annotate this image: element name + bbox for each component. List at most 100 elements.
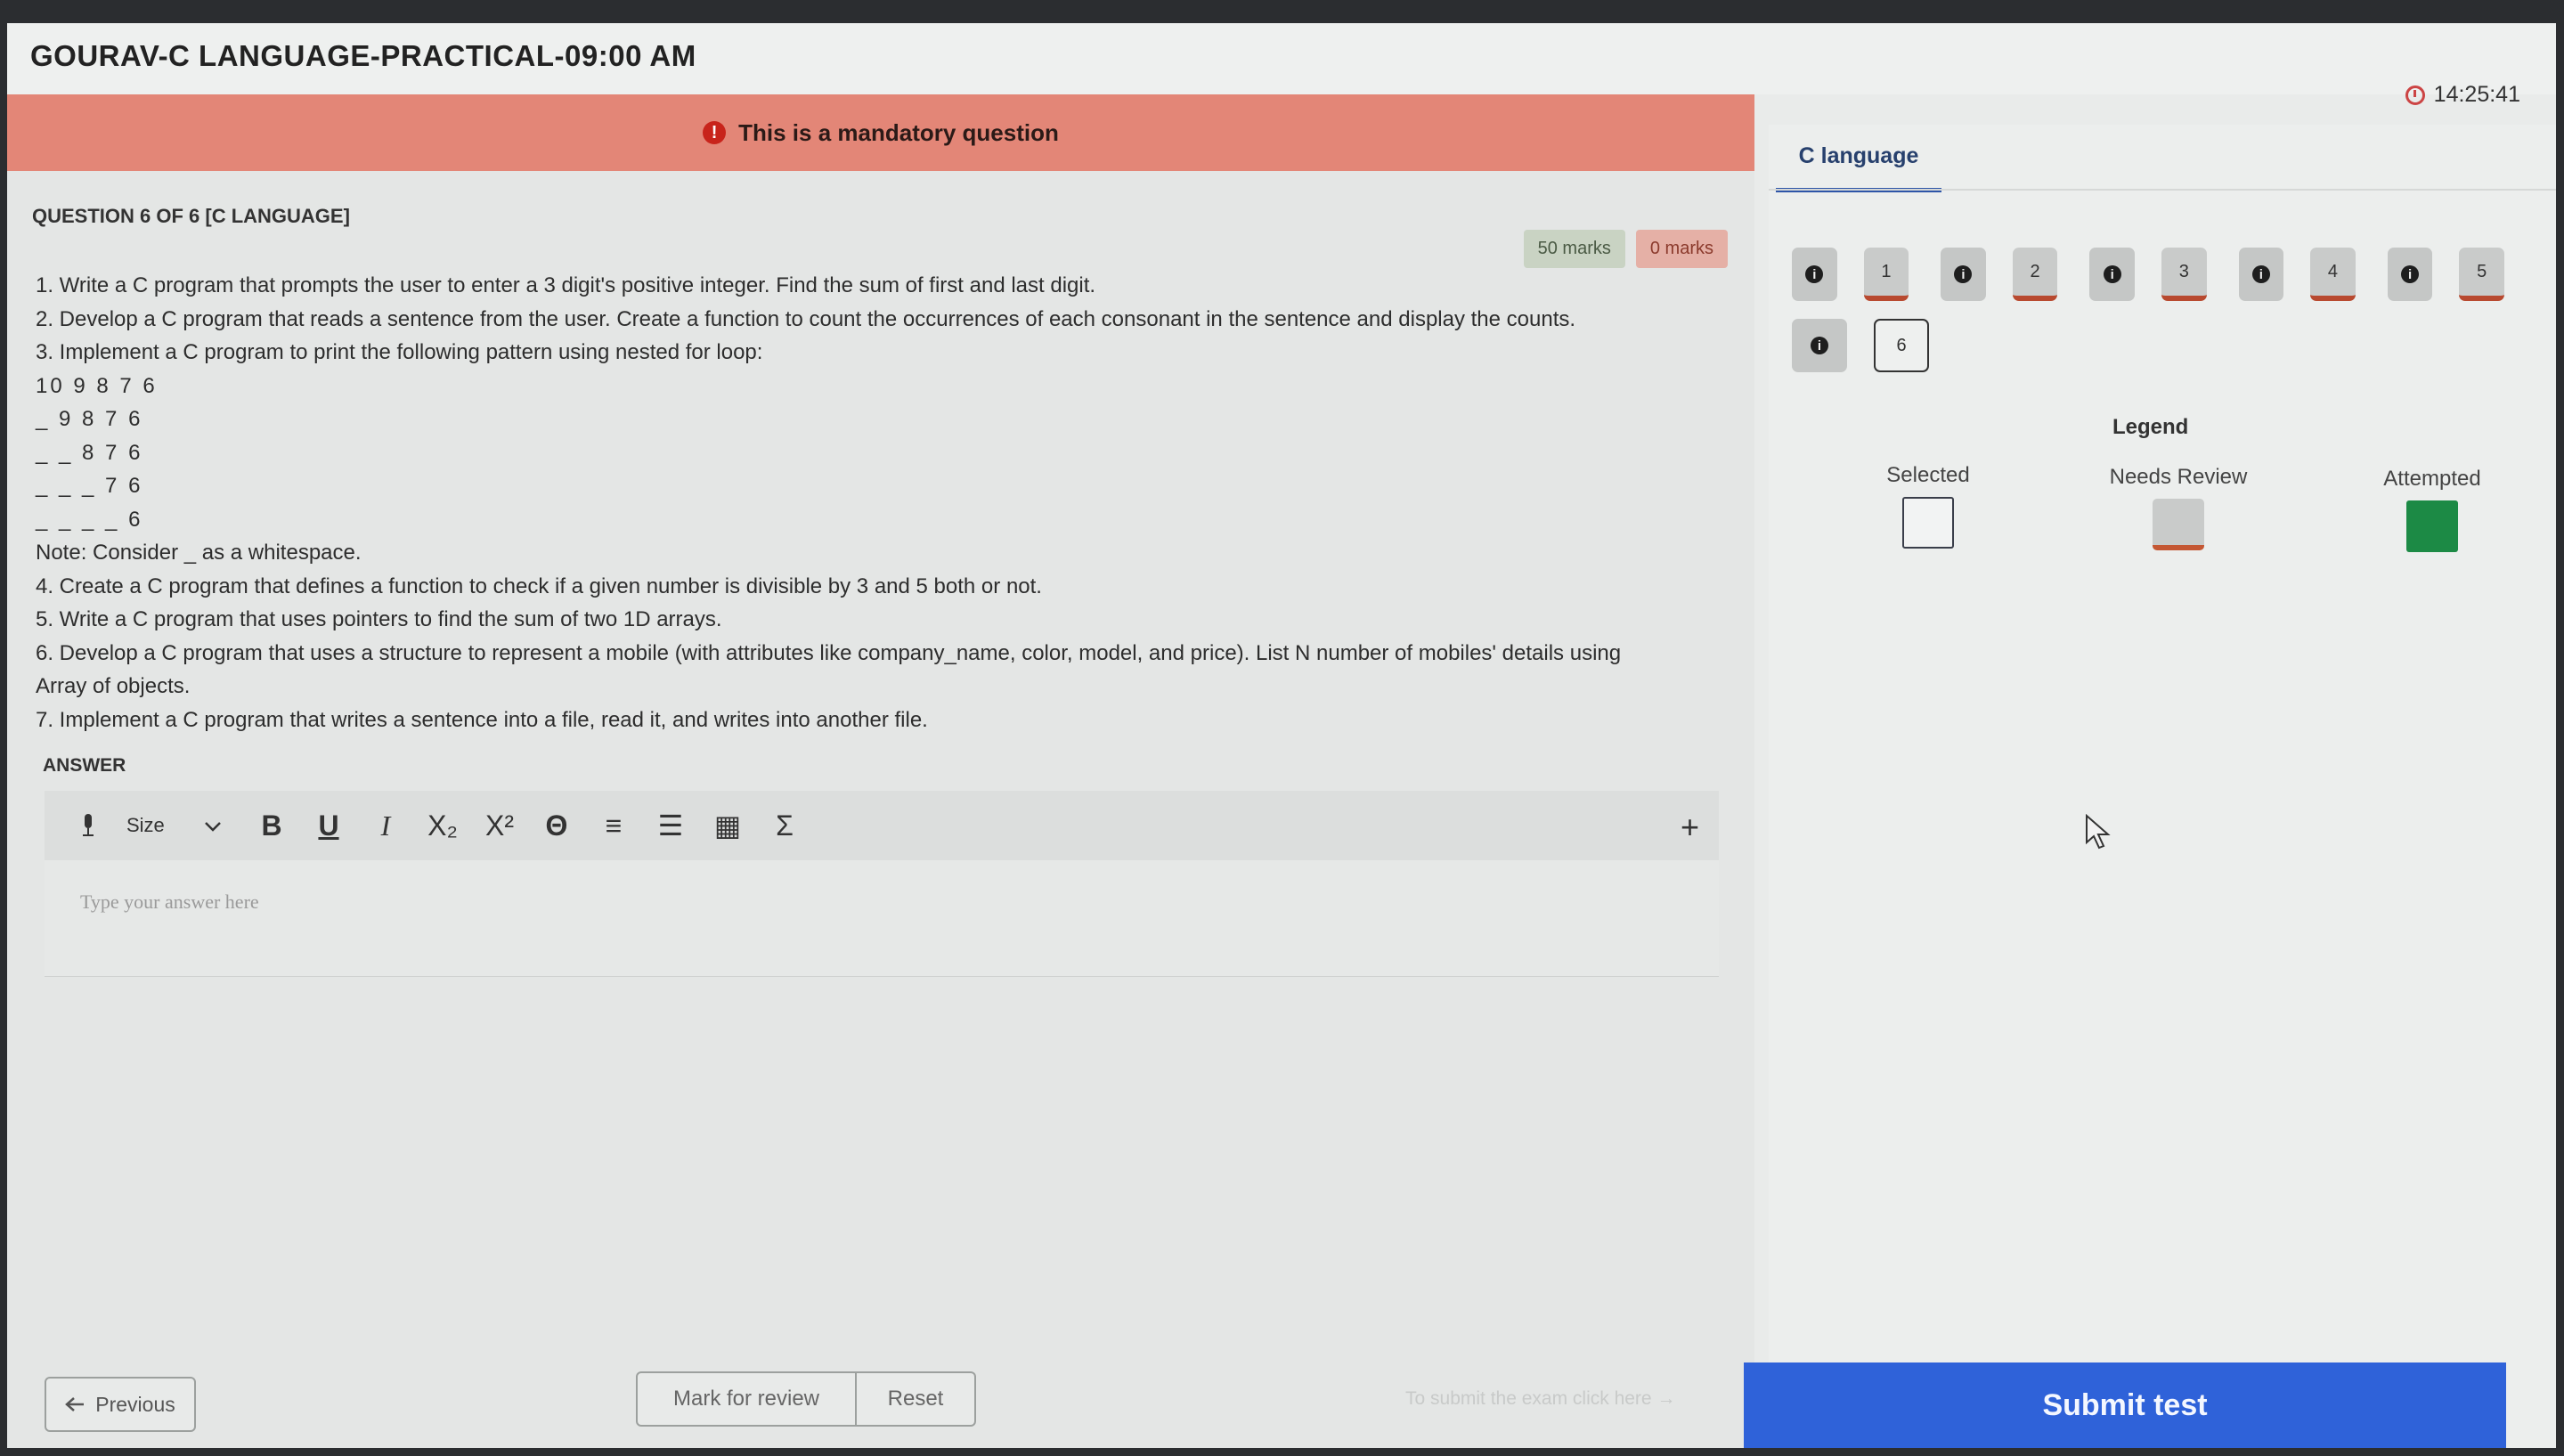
- subscript-button[interactable]: X₂: [424, 791, 461, 860]
- pattern-line: _ _ _ _ 6: [36, 507, 143, 532]
- submit-test-button[interactable]: Submit test: [1744, 1362, 2506, 1448]
- question-info-button[interactable]: i: [2387, 248, 2433, 301]
- question-panel: ! This is a mandatory question QUESTION …: [7, 94, 1754, 1448]
- question-nav-row: i 6: [1792, 319, 2504, 372]
- question-3-button[interactable]: 3: [2161, 248, 2207, 301]
- previous-button[interactable]: Previous: [45, 1377, 196, 1432]
- align-button[interactable]: ≡: [595, 791, 632, 860]
- formula-button[interactable]: Σ: [766, 791, 803, 860]
- table-icon: ▦: [713, 809, 742, 842]
- theta-icon: Θ: [545, 809, 568, 842]
- chevron-down-icon: [204, 814, 222, 837]
- alert-icon: !: [703, 121, 727, 144]
- mandatory-banner: ! This is a mandatory question: [7, 94, 1754, 171]
- superscript-button[interactable]: X²: [481, 791, 518, 860]
- mark-for-review-button[interactable]: Mark for review: [636, 1371, 857, 1427]
- question-info-button[interactable]: i: [2238, 248, 2284, 301]
- subscript-icon: X₂: [427, 809, 458, 842]
- italic-icon: I: [380, 809, 391, 842]
- pattern-line: 10 9 8 7 6: [36, 373, 158, 398]
- legend-title: Legend: [2112, 415, 2189, 439]
- selected-swatch: [1902, 497, 1954, 549]
- underline-button[interactable]: U: [310, 791, 347, 860]
- question-info-button[interactable]: i: [2089, 248, 2135, 301]
- list-icon: ☰: [657, 809, 684, 842]
- question-4-button[interactable]: 4: [2310, 248, 2356, 301]
- add-button[interactable]: +: [1681, 809, 1699, 846]
- marks-badges: 50 marks 0 marks: [1523, 230, 1728, 268]
- info-icon: i: [2401, 265, 2420, 283]
- question-text: 1. Write a C program that prompts the us…: [36, 269, 1710, 736]
- info-icon: i: [1805, 265, 1824, 283]
- mouse-pointer-icon: [2086, 814, 2111, 850]
- numbered-list-button[interactable]: ☰: [652, 791, 689, 860]
- positive-marks-badge: 50 marks: [1523, 230, 1625, 268]
- table-button[interactable]: ▦: [709, 791, 746, 860]
- submit-hint: To submit the exam click here →: [1405, 1388, 1676, 1409]
- question-line: Array of objects.: [36, 674, 191, 698]
- answer-editor[interactable]: Type your answer here: [45, 860, 1719, 977]
- question-line: Note: Consider _ as a whitespace.: [36, 541, 362, 565]
- previous-label: Previous: [95, 1392, 175, 1416]
- question-nav-row: i 1 i 2 i 3 i 4 i 5: [1792, 248, 2504, 301]
- answer-label: ANSWER: [43, 755, 126, 776]
- superscript-icon: X²: [485, 809, 514, 842]
- tab-c-language[interactable]: C language: [1776, 125, 1941, 192]
- bold-button[interactable]: B: [253, 791, 290, 860]
- font-size-label: Size: [126, 814, 165, 836]
- question-line: 5. Write a C program that uses pointers …: [36, 607, 722, 631]
- sigma-icon: Σ: [776, 809, 794, 842]
- microphone-icon[interactable]: [69, 791, 107, 860]
- clock-icon: [2405, 85, 2425, 105]
- question-5-button[interactable]: 5: [2459, 248, 2504, 301]
- exam-title: GOURAV-C LANGUAGE-PRACTICAL-09:00 AM: [30, 39, 696, 72]
- exam-window: GOURAV-C LANGUAGE-PRACTICAL-09:00 AM 14:…: [7, 23, 2556, 1448]
- review-reset-group: Mark for review Reset: [636, 1371, 976, 1427]
- pattern-line: _ _ 8 7 6: [36, 440, 143, 465]
- question-line: 7. Implement a C program that writes a s…: [36, 707, 928, 732]
- needs-review-swatch: [2153, 499, 2204, 550]
- legend-review-label: Needs Review: [2109, 465, 2248, 489]
- legend-selected-label: Selected: [1886, 463, 1970, 487]
- question-line: 6. Develop a C program that uses a struc…: [36, 640, 1622, 665]
- question-line: 3. Implement a C program to print the fo…: [36, 340, 763, 364]
- special-character-button[interactable]: Θ: [538, 791, 575, 860]
- legend-needs-review: Needs Review: [2080, 465, 2276, 557]
- question-info-button[interactable]: i: [1792, 248, 1837, 301]
- question-1-button[interactable]: 1: [1863, 248, 1909, 301]
- info-icon: i: [1811, 337, 1828, 354]
- question-line: 1. Write a C program that prompts the us…: [36, 273, 1096, 297]
- info-icon: i: [1954, 265, 1973, 283]
- underline-icon: U: [318, 809, 339, 842]
- info-icon: i: [2103, 265, 2121, 283]
- info-icon: i: [2251, 265, 2270, 283]
- legend-attempted-label: Attempted: [2383, 467, 2481, 491]
- question-info-button[interactable]: i: [1941, 248, 1986, 301]
- question-navigator: i 1 i 2 i 3 i 4 i 5 i 6: [1792, 248, 2504, 390]
- question-info-button[interactable]: i: [1792, 319, 1847, 372]
- question-2-button[interactable]: 2: [2012, 248, 2058, 301]
- timer-value: 14:25:41: [2433, 82, 2520, 107]
- editor-toolbar: Size B U I X₂ X² Θ ≡ ☰ ▦ Σ +: [45, 791, 1719, 860]
- legend-attempted: Attempted: [2356, 467, 2508, 558]
- tab-divider: [1769, 189, 2556, 191]
- reset-button[interactable]: Reset: [857, 1371, 976, 1427]
- navigation-panel: C language i 1 i 2 i 3 i 4 i 5 i 6 Legen…: [1769, 125, 2556, 1448]
- question-6-button[interactable]: 6: [1874, 319, 1929, 372]
- italic-button[interactable]: I: [367, 791, 404, 860]
- question-line: 2. Develop a C program that reads a sent…: [36, 306, 1576, 331]
- legend-selected: Selected: [1852, 463, 2004, 555]
- bold-icon: B: [261, 809, 282, 842]
- arrow-left-icon: [65, 1397, 85, 1411]
- mandatory-text: This is a mandatory question: [738, 118, 1059, 146]
- answer-placeholder: Type your answer here: [80, 891, 259, 913]
- attempted-swatch: [2406, 500, 2458, 552]
- align-icon: ≡: [605, 809, 623, 842]
- question-header: QUESTION 6 OF 6 [C LANGUAGE]: [32, 205, 350, 227]
- font-size-dropdown[interactable]: Size: [126, 791, 233, 860]
- question-line: 4. Create a C program that defines a fun…: [36, 573, 1042, 598]
- pattern-line: _ _ _ 7 6: [36, 474, 143, 498]
- timer: 14:25:41: [2405, 82, 2520, 108]
- top-bar: GOURAV-C LANGUAGE-PRACTICAL-09:00 AM: [7, 23, 2556, 94]
- negative-marks-badge: 0 marks: [1635, 230, 1728, 268]
